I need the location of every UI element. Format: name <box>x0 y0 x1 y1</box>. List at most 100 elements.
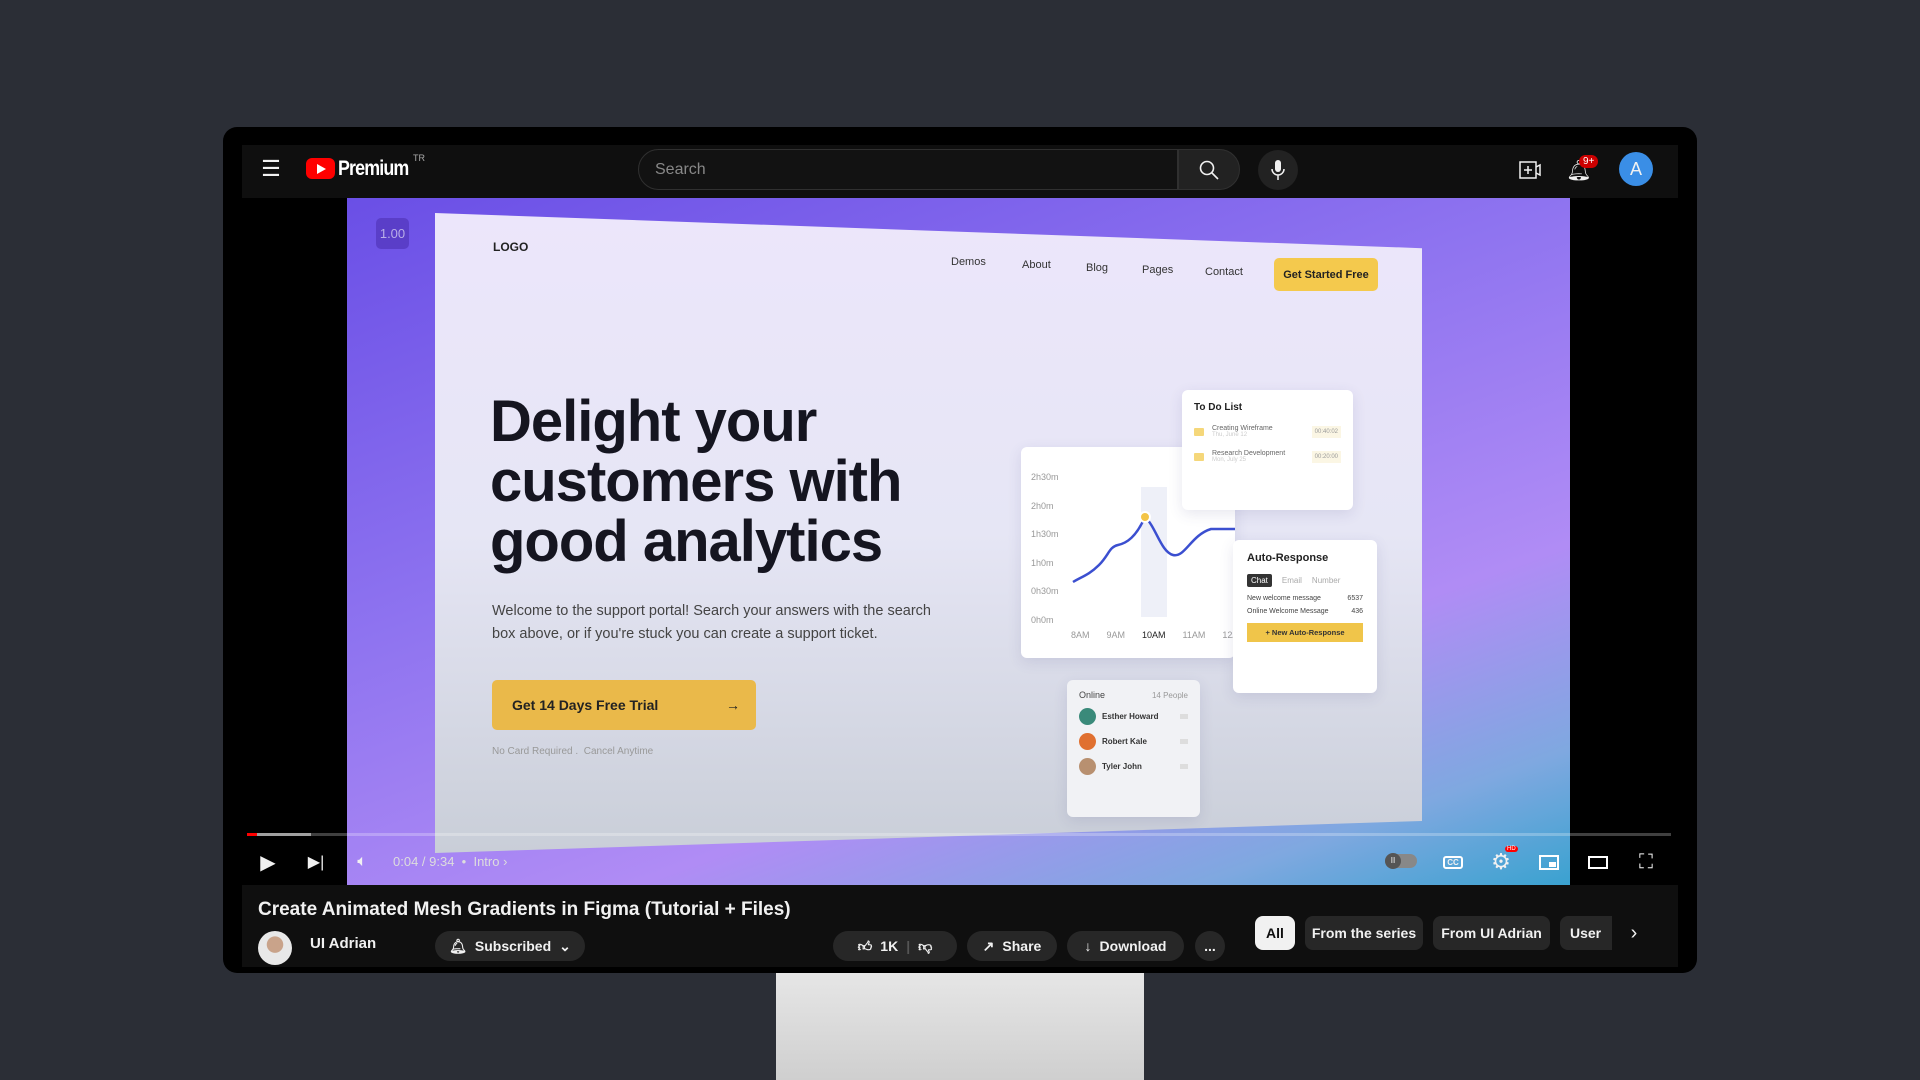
download-icon: ↓ <box>1084 938 1092 954</box>
progress-bar[interactable] <box>247 833 1671 836</box>
share-button[interactable]: ↗ Share <box>967 931 1057 961</box>
todo-item: Creating Wireframe Thu, June 12 00:40:02 <box>1194 425 1341 438</box>
video-title: Create Animated Mesh Gradients in Figma … <box>258 899 791 920</box>
create-video-icon <box>1519 161 1541 179</box>
message-icon <box>1180 764 1188 769</box>
landing-nav-item: Contact <box>1205 266 1243 278</box>
search-input[interactable]: Search <box>638 149 1178 190</box>
x-tick-label: 11AM <box>1182 630 1206 640</box>
online-card: Online 14 People Esther Howard Robert Kale… <box>1067 680 1200 817</box>
chapter-button[interactable]: Intro <box>473 854 499 869</box>
chevron-down-icon: ⌄ <box>559 937 571 954</box>
create-button[interactable] <box>1516 156 1544 184</box>
headline-line: Delight your <box>490 389 817 454</box>
next-button[interactable]: ▶| <box>302 848 330 876</box>
todo-item: Research Development Mon, July 25 00:20:00 <box>1194 450 1341 463</box>
tab-number: Number <box>1311 576 1341 585</box>
online-person: Robert Kale <box>1079 733 1188 750</box>
trial-label: Get 14 Days Free Trial <box>512 697 659 713</box>
monitor-stand <box>776 973 1144 1080</box>
auto-title: Auto-Response <box>1247 552 1329 564</box>
online-title: Online <box>1079 690 1106 700</box>
landing-headline: Delight your customers with good analyti… <box>490 389 902 572</box>
online-person: Esther Howard <box>1079 708 1188 725</box>
todo-time: 00:20:00 <box>1311 450 1341 463</box>
voice-search-button[interactable] <box>1258 150 1298 190</box>
person-avatar <box>1079 708 1096 725</box>
download-label: Download <box>1099 938 1167 954</box>
cc-icon: CC <box>1443 855 1463 869</box>
todo-time: 00:40:02 <box>1311 425 1341 438</box>
landing-logo: LOGO <box>493 240 529 254</box>
landing-nav-item: Blog <box>1086 262 1109 274</box>
channel-name[interactable]: UI Adrian <box>310 935 376 952</box>
avatar[interactable]: A <box>1619 152 1653 186</box>
x-tick-label: 9AM <box>1106 630 1126 640</box>
row-value: 436 <box>1351 608 1363 615</box>
menu-icon[interactable]: ☰ <box>258 156 284 182</box>
subscribed-button[interactable]: 🔔︎ Subscribed ⌄ <box>435 931 585 961</box>
todo-title: To Do List <box>1194 402 1243 413</box>
note: No Card Required <box>492 746 573 757</box>
auto-response-card: Auto-Response Chat Email Number New welc… <box>1233 540 1377 693</box>
todo-name: Creating Wireframe <box>1212 425 1273 432</box>
chip-all[interactable]: All <box>1255 916 1295 950</box>
played-bar <box>247 833 257 836</box>
more-actions-button[interactable]: ... <box>1195 931 1225 961</box>
autoplay-toggle[interactable]: II <box>1385 853 1417 869</box>
landing-nav-item: Demos <box>951 256 986 268</box>
hd-badge: HD <box>1505 846 1518 852</box>
chevron-right-icon: › <box>1630 921 1638 944</box>
youtube-logo-icon[interactable] <box>306 158 335 179</box>
theater-button[interactable] <box>1584 848 1612 876</box>
paragraph-line: Welcome to the support portal! Search yo… <box>492 603 931 619</box>
folder-icon <box>1194 427 1204 436</box>
fullscreen-button[interactable]: ⛶ <box>1632 848 1660 876</box>
tab-chat: Chat <box>1247 574 1272 587</box>
data-point-marker <box>1139 511 1151 523</box>
row-label: New welcome message <box>1247 595 1321 602</box>
download-button[interactable]: ↓ Download <box>1067 931 1184 961</box>
person-name: Esther Howard <box>1102 712 1159 721</box>
region-code: TR <box>413 153 425 163</box>
subscribe-label: Subscribed <box>474 938 552 954</box>
play-button[interactable]: ▶ <box>254 848 282 876</box>
like-button[interactable]: 👍︎ 1K | 👎︎ <box>833 931 957 961</box>
landing-nav-item: Pages <box>1142 264 1174 276</box>
video-meta-row: UI Adrian 🔔︎ Subscribed ⌄ 👍︎ 1K | 👎︎ ↗ Share ↓… <box>242 925 1242 967</box>
todo-date: Mon, July 25 <box>1212 457 1247 463</box>
time-text: 0:04 / 9:34 <box>393 854 455 869</box>
captions-button[interactable]: CC <box>1439 848 1467 876</box>
folder-icon <box>1194 452 1204 461</box>
chips-next-button[interactable]: › <box>1620 918 1648 948</box>
chip-from-series[interactable]: From the series <box>1305 916 1423 950</box>
person-name: Robert Kale <box>1102 737 1147 746</box>
speed-badge: 1.00 <box>376 218 409 249</box>
search-button[interactable] <box>1178 149 1240 190</box>
landing-get-started-button: Get Started Free <box>1274 258 1378 291</box>
notification-badge: 9+ <box>1579 155 1599 168</box>
theater-icon <box>1588 855 1608 869</box>
time-display: 0:04 / 9:34 • Intro › <box>393 854 508 869</box>
settings-button[interactable]: ⚙ <box>1487 848 1515 876</box>
pause-icon: II <box>1385 853 1401 869</box>
channel-avatar[interactable] <box>258 931 292 965</box>
volume-button[interactable]: 🔈︎ <box>348 848 376 876</box>
row-label: Online Welcome Message <box>1247 608 1329 615</box>
x-tick-label: 8AM <box>1071 630 1090 640</box>
chip-user[interactable]: User <box>1560 916 1612 950</box>
miniplayer-button[interactable] <box>1535 848 1563 876</box>
miniplayer-icon <box>1539 854 1559 870</box>
arrow-right-icon: → <box>726 697 740 713</box>
fullscreen-icon: ⛶ <box>1639 850 1653 873</box>
chip-from-channel[interactable]: From UI Adrian <box>1433 916 1550 950</box>
x-tick-label: 10AM <box>1142 630 1166 640</box>
online-count: 14 People <box>1151 690 1188 700</box>
message-icon <box>1180 739 1188 744</box>
gear-icon: ⚙ <box>1491 849 1511 874</box>
person-avatar <box>1079 733 1096 750</box>
thumbs-up-icon: 👍︎ <box>857 937 873 954</box>
online-person: Tyler John <box>1079 758 1188 775</box>
person-avatar <box>1079 758 1096 775</box>
todo-date: Thu, June 12 <box>1212 432 1248 438</box>
